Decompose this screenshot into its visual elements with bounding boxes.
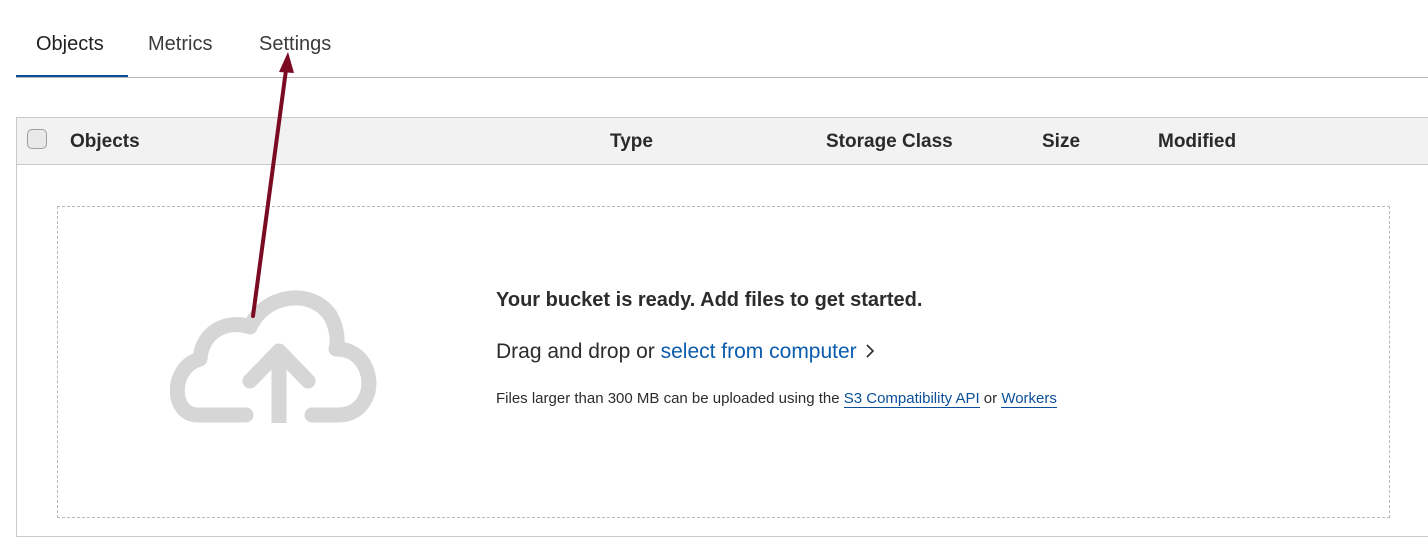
chevron-right-icon[interactable] [863, 342, 877, 360]
empty-state-title: Your bucket is ready. Add files to get s… [496, 289, 923, 311]
column-header-objects[interactable]: Objects [70, 131, 140, 153]
tab-bar: Objects Metrics Settings [16, 0, 1428, 78]
upload-dropzone[interactable]: Your bucket is ready. Add files to get s… [57, 206, 1390, 518]
column-header-size[interactable]: Size [1042, 131, 1080, 153]
large-files-note: Files larger than 300 MB can be uploaded… [496, 390, 1057, 408]
table-header: Objects Type Storage Class Size Modified [17, 118, 1428, 165]
drag-drop-label: Drag and drop or [496, 340, 661, 363]
s3-compatibility-api-link[interactable]: S3 Compatibility API [843, 390, 980, 408]
select-from-computer-link[interactable]: select from computer [661, 340, 857, 363]
objects-table: Objects Type Storage Class Size Modified… [16, 117, 1428, 537]
drag-drop-text: Drag and drop or select from computer [496, 340, 877, 364]
column-header-modified[interactable]: Modified [1158, 131, 1236, 153]
tab-objects[interactable]: Objects [16, 33, 128, 77]
note-prefix: Files larger than 300 MB can be uploaded… [496, 390, 844, 407]
column-header-storage-class[interactable]: Storage Class [826, 131, 953, 153]
select-all-checkbox[interactable] [27, 129, 47, 149]
workers-link[interactable]: Workers [1001, 390, 1057, 408]
tab-settings[interactable]: Settings [259, 33, 331, 77]
tab-metrics[interactable]: Metrics [148, 33, 212, 77]
column-header-type[interactable]: Type [610, 131, 653, 153]
note-or: or [979, 390, 1002, 407]
cloud-upload-icon [170, 290, 377, 423]
